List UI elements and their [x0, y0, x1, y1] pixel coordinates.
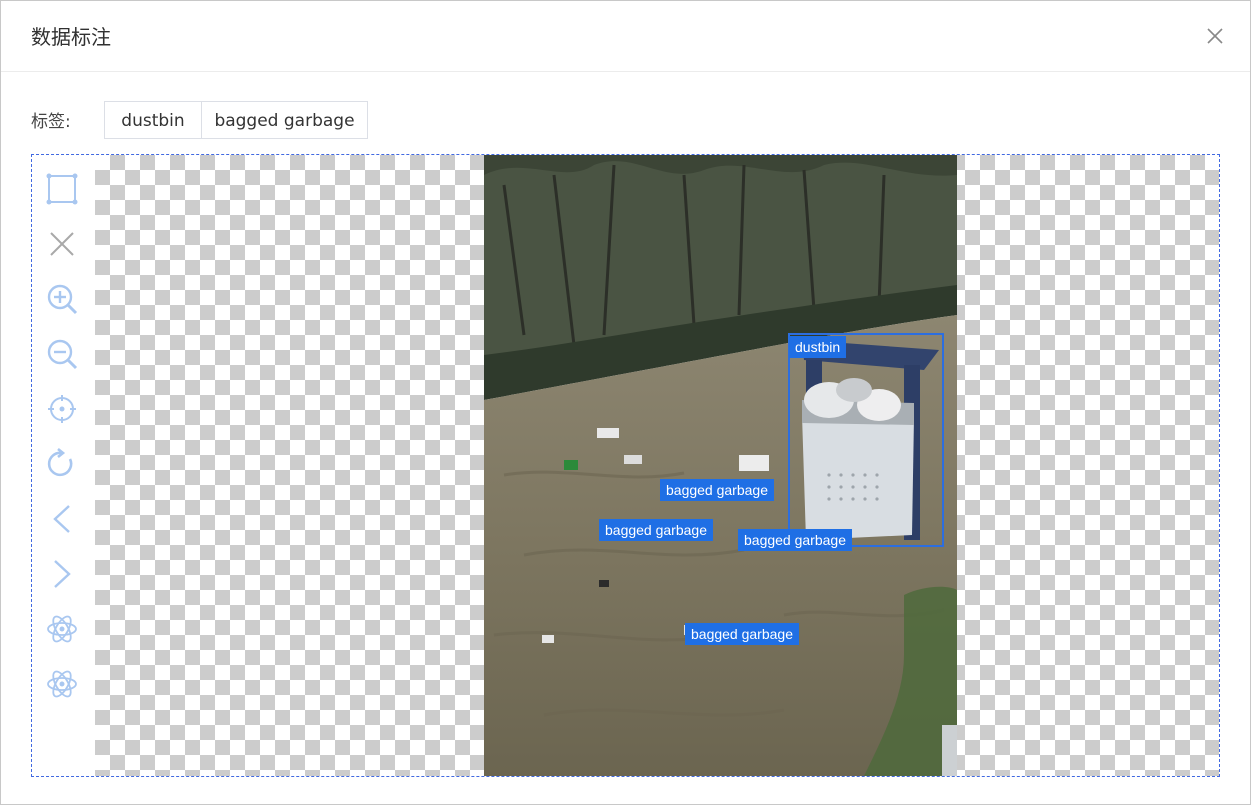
box-label: bagged garbage	[738, 529, 852, 551]
box-label: bagged garbage	[685, 623, 799, 645]
tags-label: 标签:	[31, 112, 71, 132]
annotated-photo[interactable]: dustbin bagged garbage bagged garbage ba…	[484, 155, 957, 776]
close-icon[interactable]	[1204, 25, 1226, 47]
annotation-dialog: 数据标注 标签: dustbin bagged garbage dustbin …	[0, 0, 1251, 805]
dialog-header: 数据标注	[1, 1, 1250, 72]
previous-icon[interactable]	[45, 502, 79, 536]
box-label: bagged garbage	[599, 519, 713, 541]
rotate-icon[interactable]	[45, 447, 79, 481]
tag-dustbin-button[interactable]: dustbin	[104, 101, 202, 139]
bounding-box-dustbin[interactable]	[788, 333, 944, 547]
auto-label-icon[interactable]	[45, 667, 79, 701]
rectangle-tool-icon[interactable]	[45, 172, 79, 206]
locate-icon[interactable]	[45, 392, 79, 426]
auto-label-icon[interactable]	[45, 612, 79, 646]
box-label: bagged garbage	[660, 479, 774, 501]
next-icon[interactable]	[45, 557, 79, 591]
box-label: dustbin	[789, 336, 847, 358]
transparent-background: dustbin bagged garbage bagged garbage ba…	[95, 155, 1219, 776]
dialog-title: 数据标注	[31, 25, 111, 49]
annotation-toolbar	[32, 155, 94, 776]
tag-bagged-garbage-button[interactable]: bagged garbage	[201, 101, 368, 139]
zoom-in-icon[interactable]	[45, 282, 79, 316]
zoom-out-icon[interactable]	[45, 337, 79, 371]
delete-icon[interactable]	[45, 227, 79, 261]
annotation-canvas[interactable]: dustbin bagged garbage bagged garbage ba…	[31, 154, 1220, 777]
